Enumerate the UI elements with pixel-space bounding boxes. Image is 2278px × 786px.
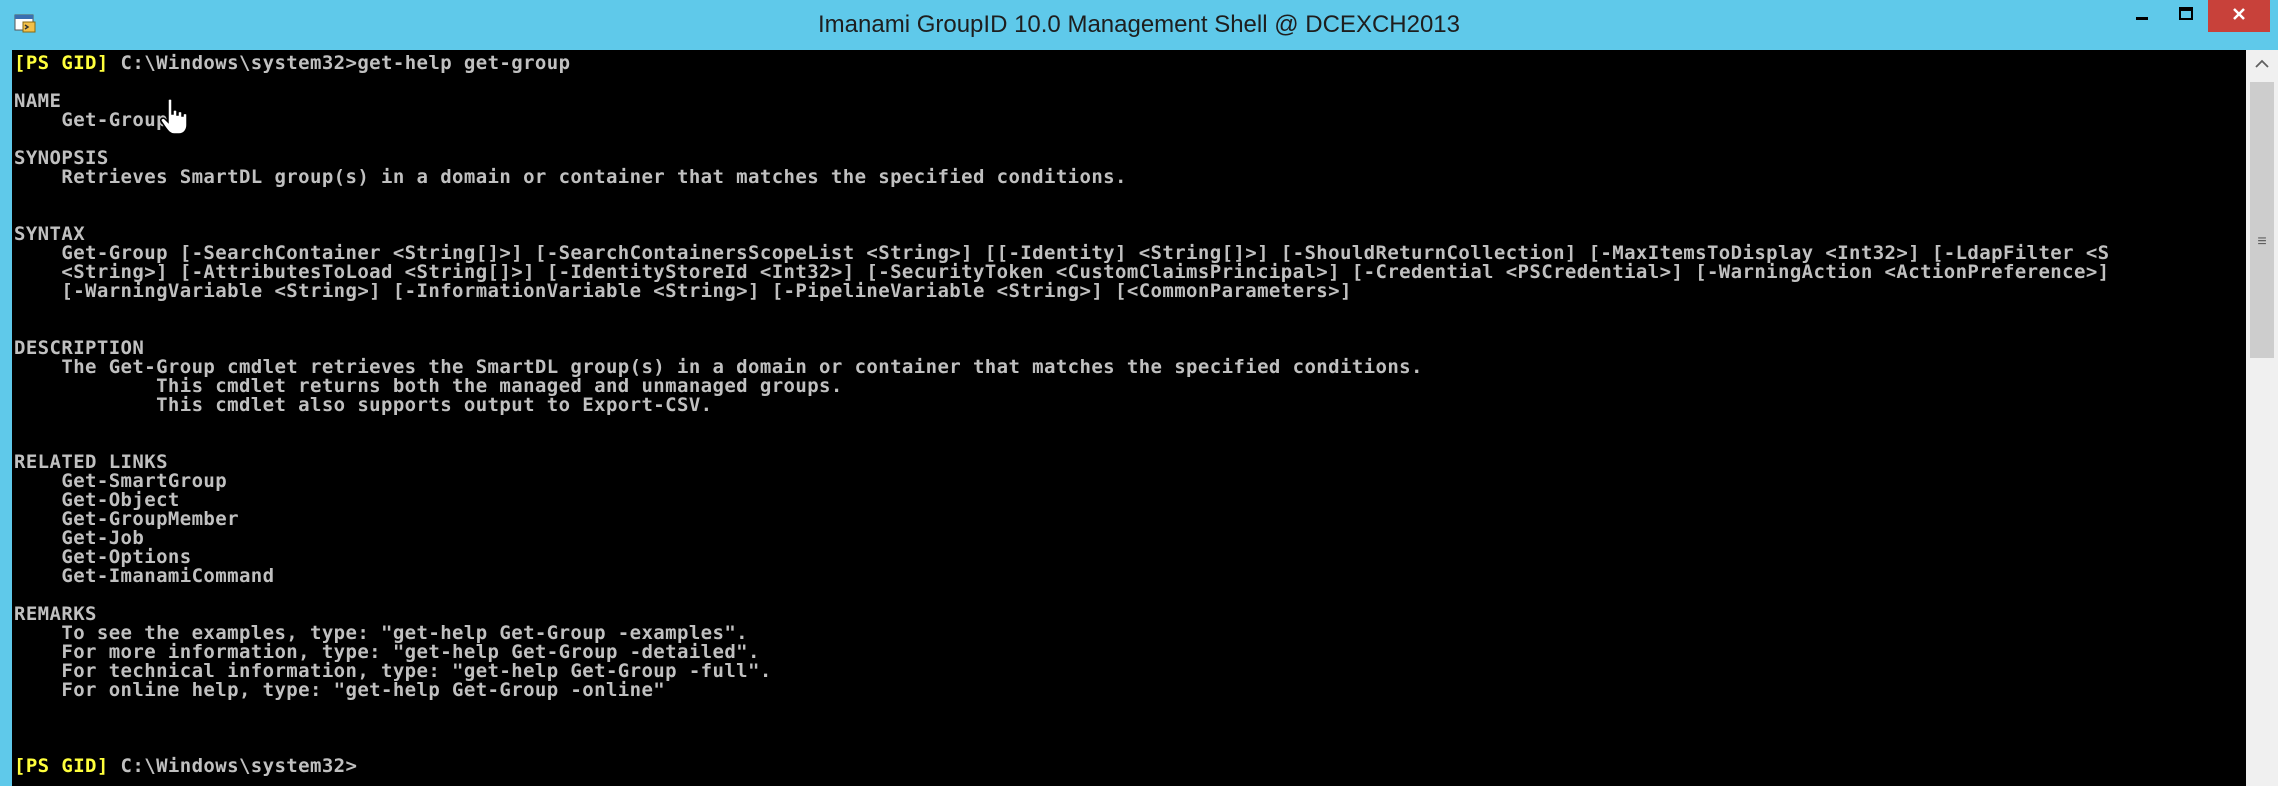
- console-line-text: [-WarningVariable <String>] [-Informatio…: [14, 280, 1352, 302]
- console-line: For online help, type: "get-help Get-Gro…: [14, 681, 2110, 700]
- scroll-up-button[interactable]: [2246, 50, 2278, 80]
- maximize-icon: [2178, 6, 2194, 27]
- minimize-button[interactable]: [2122, 0, 2162, 32]
- console-window: Imanami GroupID 10.0 Management Shell @ …: [0, 0, 2278, 786]
- console-output[interactable]: [PS GID] C:\Windows\system32>get-help ge…: [12, 50, 2246, 786]
- title-bar[interactable]: Imanami GroupID 10.0 Management Shell @ …: [0, 0, 2278, 50]
- close-button[interactable]: [2208, 0, 2270, 32]
- console-line: Get-SmartGroup: [14, 472, 2110, 491]
- console-line-text: Get-Group: [14, 109, 168, 131]
- console-prompt: [PS GID]: [14, 755, 109, 777]
- scrollbar-grip-icon: ≡: [2257, 233, 2267, 250]
- console-line: NAME: [14, 92, 2110, 111]
- console-line-text: Retrieves SmartDL group(s) in a domain o…: [14, 166, 1127, 188]
- vertical-scrollbar[interactable]: ≡: [2246, 50, 2278, 786]
- console-line: [-WarningVariable <String>] [-Informatio…: [14, 282, 2110, 301]
- console-line: [PS GID] C:\Windows\system32>get-help ge…: [14, 54, 2110, 73]
- scroll-up-arrow-icon: [2255, 56, 2269, 74]
- console-line: Get-Options: [14, 548, 2110, 567]
- console-line-text: C:\Windows\system32>: [108, 755, 358, 777]
- console-line: Get-Job: [14, 529, 2110, 548]
- window-title: Imanami GroupID 10.0 Management Shell @ …: [818, 11, 1460, 38]
- maximize-button[interactable]: [2166, 0, 2206, 32]
- hand-cursor-icon: [160, 98, 190, 138]
- minimize-icon: [2134, 6, 2150, 27]
- console-line-text: For online help, type: "get-help Get-Gro…: [14, 679, 666, 701]
- scrollbar-thumb[interactable]: ≡: [2250, 82, 2274, 358]
- close-icon: [2231, 6, 2247, 27]
- console-line: Get-Object: [14, 491, 2110, 510]
- console-line: RELATED LINKS: [14, 453, 2110, 472]
- console-line-text: C:\Windows\system32>get-help get-group: [108, 52, 571, 74]
- console-line-text: This cmdlet also supports output to Expo…: [14, 394, 713, 416]
- console-prompt: [PS GID]: [14, 52, 109, 74]
- console-line-text: Get-ImanamiCommand: [14, 565, 275, 587]
- console-line: Get-ImanamiCommand: [14, 567, 2110, 586]
- console-line: Get-GroupMember: [14, 510, 2110, 529]
- console-text-area[interactable]: [PS GID] C:\Windows\system32>get-help ge…: [14, 54, 2110, 776]
- console-line: [PS GID] C:\Windows\system32>: [14, 757, 2110, 776]
- console-line: Retrieves SmartDL group(s) in a domain o…: [14, 168, 2110, 187]
- console-line: Get-Group: [14, 111, 2110, 130]
- console-line: This cmdlet also supports output to Expo…: [14, 396, 2110, 415]
